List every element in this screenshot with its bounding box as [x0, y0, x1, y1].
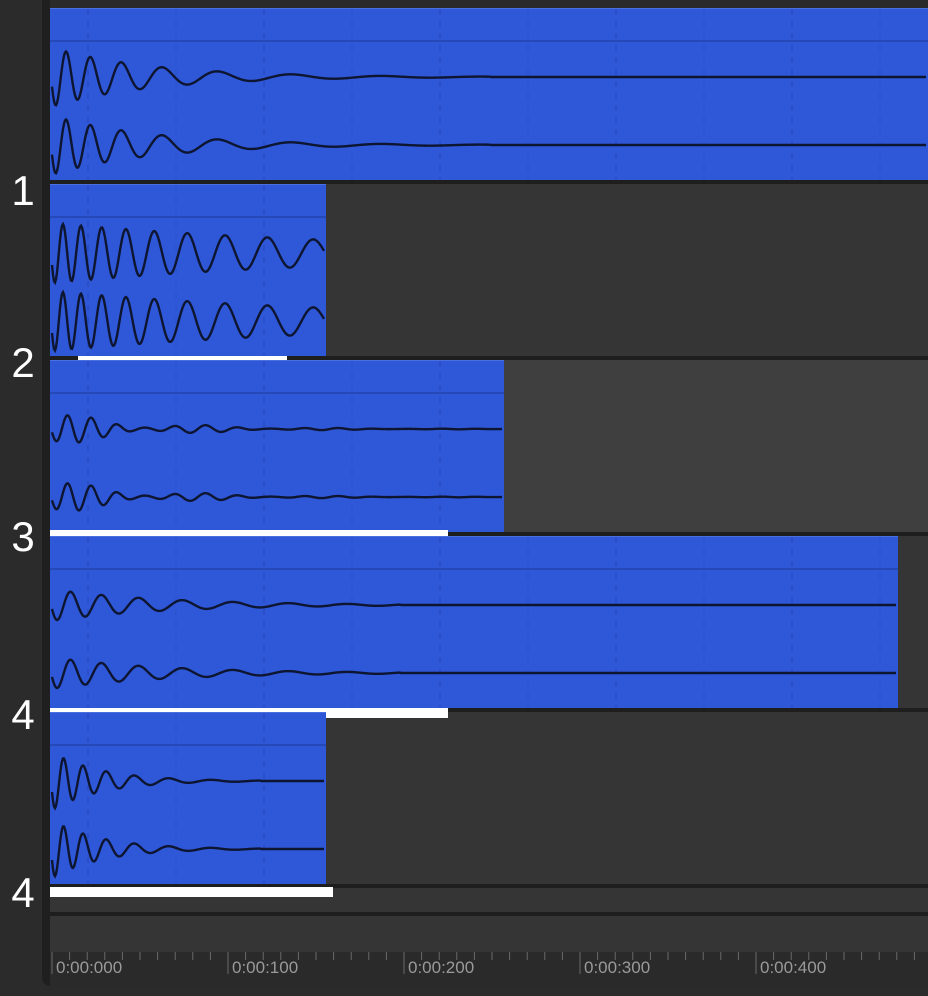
track-row-5[interactable] [50, 712, 928, 888]
track-number-4: 4 [11, 691, 35, 738]
range-bar-5[interactable] [50, 887, 333, 897]
track-number-1: 1 [11, 167, 35, 214]
audio-clip-2[interactable] [50, 184, 326, 356]
top-strip [50, 0, 928, 8]
track-row-3[interactable] [50, 360, 928, 536]
waveform-1 [50, 9, 928, 180]
track-row-4[interactable] [50, 536, 928, 712]
ruler-label-100: 0:00:100 [232, 958, 299, 977]
ruler-label-200: 0:00:200 [408, 958, 475, 977]
track-number-2: 2 [11, 339, 35, 386]
time-ruler[interactable]: 0:00:000 0:00:100 0:00:200 0:00:300 0:00… [50, 952, 928, 986]
track-number-3: 3 [11, 513, 35, 560]
audio-clip-1[interactable] [50, 8, 928, 180]
waveform-4 [50, 537, 898, 708]
waveform-2 [50, 185, 326, 356]
audio-clip-4[interactable] [50, 536, 898, 708]
ruler-label-0: 0:00:000 [56, 958, 123, 977]
empty-lane[interactable] [50, 912, 928, 952]
audio-clip-3[interactable] [50, 360, 504, 532]
ruler-label-400: 0:00:400 [760, 958, 827, 977]
ruler-label-300: 0:00:300 [584, 958, 651, 977]
waveform-5 [50, 713, 326, 884]
track-row-1[interactable] [50, 8, 928, 184]
track-number-5: 4 [11, 869, 35, 916]
waveform-3 [50, 361, 504, 532]
audio-clip-5[interactable] [50, 712, 326, 884]
track-row-2[interactable] [50, 184, 928, 360]
